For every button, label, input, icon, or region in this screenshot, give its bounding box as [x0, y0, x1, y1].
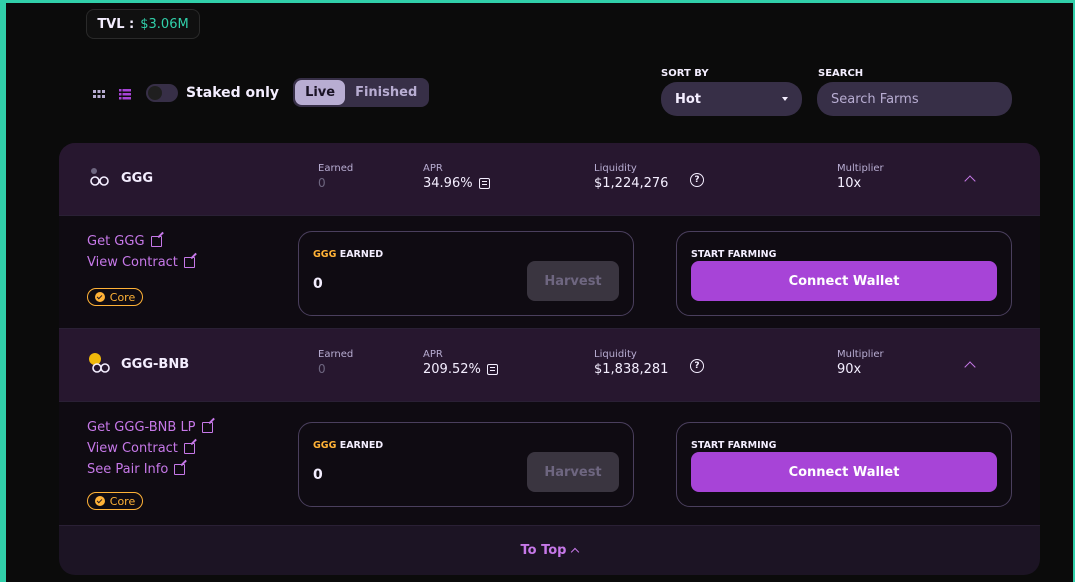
chevron-down-icon — [782, 97, 788, 101]
multiplier-cell: Multiplier 10x — [837, 163, 884, 191]
multiplier-label: Multiplier — [837, 163, 884, 174]
liquidity-label: Liquidity — [594, 349, 637, 360]
apr-cell: APR 209.52% — [423, 349, 498, 377]
multiplier-label: Multiplier — [837, 349, 884, 360]
get-token-link[interactable]: Get GGG — [87, 234, 195, 249]
farm-row-ggg-bnb[interactable]: GGG-BNB Earned 0 APR 209.52% Liquidity $… — [59, 329, 1040, 401]
farm-token: GGG — [87, 165, 153, 191]
external-link-icon — [183, 257, 195, 268]
external-link-icon — [183, 443, 195, 454]
sort-value: Hot — [675, 91, 702, 107]
external-link-icon — [201, 422, 213, 433]
chevron-up-icon[interactable] — [964, 361, 976, 373]
connect-wallet-button[interactable]: Connect Wallet — [691, 261, 997, 301]
see-pair-info-link[interactable]: See Pair Info — [87, 462, 213, 477]
calculator-icon[interactable] — [486, 364, 498, 375]
earned-value: 0 — [318, 176, 326, 190]
view-contract-link[interactable]: View Contract — [87, 255, 195, 270]
earned-label: Earned — [318, 349, 354, 360]
farm-name: GGG-BNB — [121, 356, 190, 372]
earned-label: Earned — [318, 163, 354, 174]
calculator-icon[interactable] — [478, 178, 490, 189]
earned-cell: Earned 0 — [318, 349, 353, 376]
start-farming-panel: START FARMING Connect Wallet — [676, 422, 1012, 507]
ggg-token-icon — [87, 165, 113, 191]
apr-value: 209.52% — [423, 362, 481, 377]
to-top-label: To Top — [520, 542, 567, 558]
core-badge: Core — [87, 288, 143, 306]
external-link-icon — [174, 464, 186, 475]
chevron-up-icon[interactable] — [964, 175, 976, 187]
check-icon — [94, 292, 105, 302]
earned-cell: Earned 0 — [318, 163, 353, 190]
sort-select[interactable]: Hot — [661, 82, 802, 116]
farm-row-ggg[interactable]: GGG Earned 0 APR 34.96% Liquidity $1,224… — [59, 143, 1040, 215]
earned-amount: 0 — [313, 467, 323, 483]
chevron-up-icon — [571, 547, 580, 557]
list-view-icon[interactable] — [118, 86, 132, 100]
harvest-button[interactable]: Harvest — [527, 261, 619, 301]
earned-panel-title: GGG EARNED — [313, 249, 384, 260]
start-farming-title: START FARMING — [691, 440, 777, 451]
staked-only-toggle[interactable] — [146, 83, 178, 102]
sort-by-label: SORT BY — [661, 68, 709, 79]
farm-links: Get GGG View Contract — [87, 234, 195, 270]
farm-detail-ggg-bnb: Get GGG-BNB LP View Contract See Pair In… — [59, 401, 1040, 526]
farm-name: GGG — [121, 170, 154, 186]
help-icon[interactable]: ? — [690, 173, 704, 187]
apr-cell: APR 34.96% — [423, 163, 490, 191]
connect-wallet-button[interactable]: Connect Wallet — [691, 452, 997, 492]
get-lp-link[interactable]: Get GGG-BNB LP — [87, 420, 213, 435]
check-icon — [94, 496, 105, 506]
start-farming-panel: START FARMING Connect Wallet — [676, 231, 1012, 316]
search-input[interactable] — [817, 82, 1012, 116]
liquidity-value: $1,838,281 — [594, 362, 669, 377]
tvl-value: $3.06M — [140, 16, 189, 32]
external-link-icon — [150, 236, 162, 247]
earned-panel: GGG EARNED 0 Harvest — [298, 422, 634, 507]
multiplier-cell: Multiplier 90x — [837, 349, 884, 377]
multiplier-value: 10x — [837, 176, 862, 191]
earned-value: 0 — [318, 362, 326, 376]
ggg-bnb-token-icon — [87, 351, 113, 377]
farm-links: Get GGG-BNB LP View Contract See Pair In… — [87, 420, 213, 477]
apr-value-wrap: 34.96% — [423, 176, 490, 191]
farm-detail-ggg: Get GGG View Contract Core GGG EARNED 0 … — [59, 215, 1040, 329]
liquidity-cell: Liquidity $1,224,276 — [594, 163, 668, 191]
toggle-knob — [148, 85, 162, 100]
view-toolbar: Staked only Live Finished — [92, 78, 430, 107]
apr-label: APR — [423, 349, 443, 360]
to-top-button[interactable]: To Top — [59, 525, 1040, 575]
core-badge: Core — [87, 492, 143, 510]
earned-panel-title: GGG EARNED — [313, 440, 384, 451]
liquidity-label: Liquidity — [594, 163, 637, 174]
farm-token: GGG-BNB — [87, 351, 189, 377]
tvl-badge: TVL : $3.06M — [86, 9, 200, 39]
tvl-label: TVL : — [97, 16, 135, 32]
liquidity-value: $1,224,276 — [594, 176, 669, 191]
live-finished-tabs: Live Finished — [293, 78, 430, 107]
earned-panel: GGG EARNED 0 Harvest — [298, 231, 634, 316]
multiplier-value: 90x — [837, 362, 862, 377]
harvest-button[interactable]: Harvest — [527, 452, 619, 492]
farms-table: GGG Earned 0 APR 34.96% Liquidity $1,224… — [59, 143, 1040, 575]
staked-only-label: Staked only — [186, 84, 280, 101]
view-contract-link[interactable]: View Contract — [87, 441, 213, 456]
apr-value-wrap: 209.52% — [423, 362, 498, 377]
earned-amount: 0 — [313, 276, 323, 292]
search-label: SEARCH — [818, 68, 864, 79]
apr-label: APR — [423, 163, 443, 174]
tab-finished[interactable]: Finished — [345, 80, 427, 105]
apr-value: 34.96% — [423, 176, 473, 191]
help-icon[interactable]: ? — [690, 359, 704, 373]
start-farming-title: START FARMING — [691, 249, 777, 260]
liquidity-cell: Liquidity $1,838,281 — [594, 349, 668, 377]
tab-live[interactable]: Live — [295, 80, 346, 105]
grid-view-icon[interactable] — [92, 86, 106, 100]
